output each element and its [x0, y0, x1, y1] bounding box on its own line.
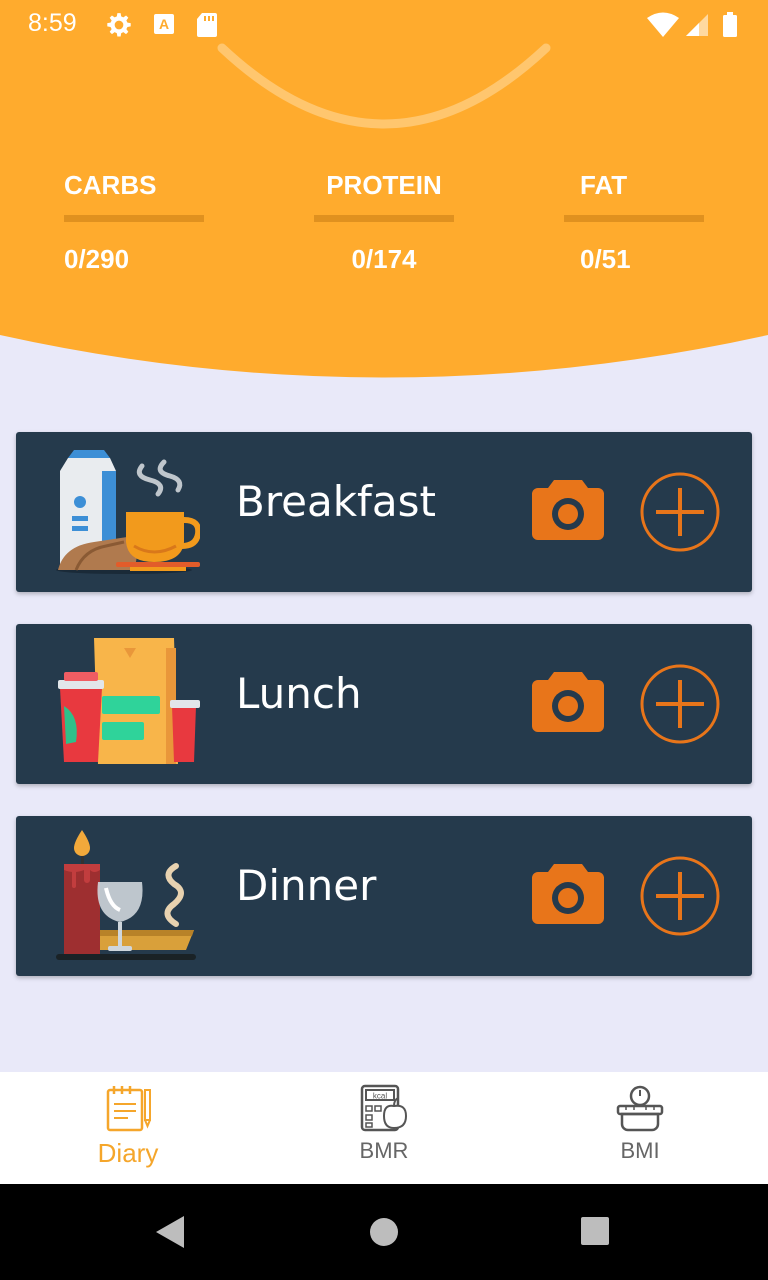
lunch-illustration — [58, 638, 200, 764]
meal-title-dinner: Dinner — [236, 861, 377, 910]
nav-label-bmr: BMR — [359, 1138, 409, 1163]
wifi-icon — [647, 12, 679, 37]
meal-card-dinner[interactable]: Dinner — [16, 816, 752, 976]
sd-card-icon — [197, 13, 217, 37]
status-time: 8:59 — [28, 9, 77, 37]
status-bar: 8:59 A — [0, 0, 768, 48]
meal-title-breakfast: Breakfast — [236, 477, 436, 526]
macro-carbs: CARBS 0/290 — [64, 170, 204, 275]
nav-label-bmi: BMI — [620, 1138, 660, 1163]
camera-icon[interactable] — [532, 668, 604, 734]
add-circle-icon[interactable] — [638, 854, 722, 938]
meal-card-breakfast[interactable]: Breakfast — [16, 432, 752, 592]
system-navigation-bar — [0, 1184, 768, 1280]
back-icon[interactable] — [154, 1214, 186, 1250]
macro-fat: FAT 0/51 — [564, 170, 704, 275]
meal-title-lunch: Lunch — [236, 669, 362, 718]
bottom-navigation: Diary kcal BMR BMI — [0, 1072, 768, 1184]
macro-fat-label: FAT — [580, 170, 628, 200]
macro-carbs-bar — [64, 215, 204, 222]
macros-row: CARBS 0/290 PROTEIN 0/174 FAT 0/51 — [0, 170, 768, 280]
macro-carbs-value: 0/290 — [64, 244, 130, 274]
nav-item-bmi[interactable]: BMI — [512, 1072, 768, 1184]
breakfast-illustration — [56, 450, 200, 574]
macro-fat-bar — [564, 215, 704, 222]
nav-label-diary: Diary — [97, 1138, 159, 1168]
signal-icon — [686, 14, 708, 36]
nav-item-diary[interactable]: Diary — [0, 1072, 256, 1184]
a-icon: A — [154, 14, 174, 34]
dinner-illustration — [56, 830, 196, 960]
bmr-calculator-icon: kcal — [360, 1084, 408, 1132]
nav-item-bmr[interactable]: kcal BMR — [256, 1072, 512, 1184]
camera-icon[interactable] — [532, 476, 604, 542]
macro-protein: PROTEIN 0/174 — [314, 170, 454, 275]
camera-icon[interactable] — [532, 860, 604, 926]
add-circle-icon[interactable] — [638, 662, 722, 746]
bmi-scale-icon — [616, 1085, 664, 1132]
recents-icon[interactable] — [580, 1216, 610, 1246]
svg-text:kcal: kcal — [373, 1092, 387, 1101]
macro-protein-bar — [314, 215, 454, 222]
macro-protein-label: PROTEIN — [326, 170, 442, 200]
macros-header: CARBS 0/290 PROTEIN 0/174 FAT 0/51 — [0, 0, 768, 380]
battery-icon — [723, 12, 737, 37]
add-circle-icon[interactable] — [638, 470, 722, 554]
macro-fat-value: 0/51 — [580, 244, 631, 274]
settings-icon — [107, 13, 131, 37]
home-icon[interactable] — [368, 1216, 400, 1248]
macro-protein-value: 0/174 — [351, 244, 417, 274]
meal-card-lunch[interactable]: Lunch — [16, 624, 752, 784]
diary-icon — [106, 1086, 151, 1132]
svg-text:A: A — [159, 16, 169, 32]
macro-carbs-label: CARBS — [64, 170, 157, 200]
